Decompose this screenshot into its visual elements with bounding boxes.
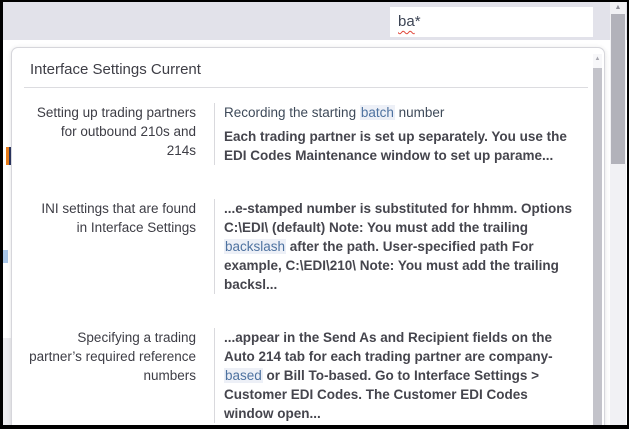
search-results-list: Setting up trading partners for outbound…: [12, 88, 604, 425]
excerpt-text: number: [395, 105, 445, 120]
search-result-row[interactable]: Specifying a trading partner’s required …: [12, 322, 604, 425]
result-content: ...e-stamped number is substituted for h…: [214, 199, 574, 294]
background-link-fragment: [3, 250, 8, 263]
search-input[interactable]: ba*: [390, 7, 593, 37]
matched-term: backslash: [224, 239, 286, 254]
screenshot-frame: ba* Interface Settings Current Setting u…: [0, 0, 629, 429]
results-group-title: Interface Settings Current: [12, 48, 604, 87]
search-result-row[interactable]: Setting up trading partners for outbound…: [12, 97, 604, 179]
result-topic-label: Specifying a trading partner’s required …: [12, 328, 196, 423]
search-term-misspelled: ba: [398, 13, 415, 30]
page-scroll-up-icon[interactable]: ▲: [610, 2, 626, 14]
excerpt-text: or Bill To-based. Go to Interface Settin…: [224, 368, 539, 421]
search-result-row[interactable]: INI settings that are found in Interface…: [12, 193, 604, 308]
popup-scroll-up-icon[interactable]: ▲: [593, 54, 602, 64]
search-input-value: ba*: [398, 7, 421, 37]
result-excerpt: ...e-stamped number is substituted for h…: [224, 199, 574, 294]
result-title: Recording the starting batch number: [224, 103, 574, 122]
page-scrollbar[interactable]: ▲: [610, 2, 626, 425]
app-viewport: ba* Interface Settings Current Setting u…: [3, 2, 627, 425]
excerpt-text: ...appear in the Send As and Recipient f…: [224, 330, 553, 364]
result-content: Recording the starting batch number Each …: [214, 103, 574, 165]
popup-scrollbar-thumb[interactable]: [593, 68, 602, 425]
excerpt-text: ...e-stamped number is substituted for h…: [224, 201, 572, 235]
excerpt-text: Recording the starting: [224, 105, 360, 120]
result-content: ...appear in the Send As and Recipient f…: [214, 328, 574, 423]
search-term-wildcard: *: [415, 13, 421, 30]
search-results-popup: Interface Settings Current Setting up tr…: [11, 47, 605, 425]
result-excerpt: Each trading partner is set up separatel…: [224, 127, 574, 165]
excerpt-text: Each trading partner is set up separatel…: [224, 129, 567, 163]
popup-scrollbar[interactable]: ▲: [593, 54, 602, 425]
result-excerpt: ...appear in the Send As and Recipient f…: [224, 328, 574, 423]
top-bar: ba*: [3, 2, 627, 40]
page-scrollbar-thumb[interactable]: [611, 14, 625, 164]
matched-term: batch: [360, 105, 395, 120]
matched-term: based: [224, 368, 263, 383]
result-topic-label: INI settings that are found in Interface…: [12, 199, 196, 294]
result-topic-label: Setting up trading partners for outbound…: [12, 103, 196, 165]
